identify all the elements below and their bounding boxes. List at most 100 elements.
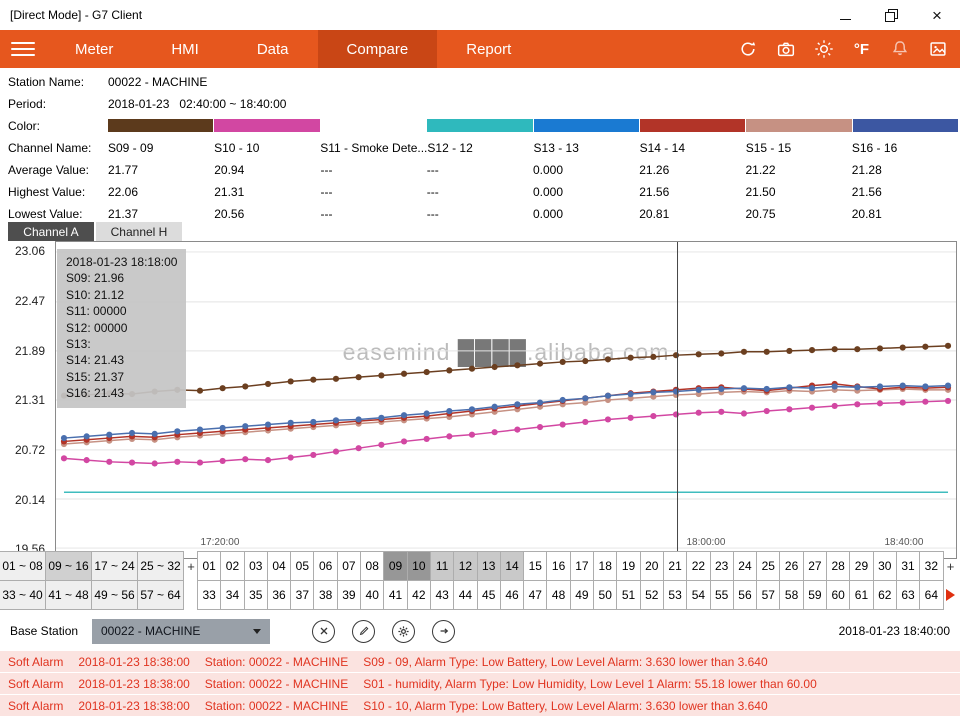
page-20[interactable]: 20 xyxy=(640,551,664,581)
page-60[interactable]: 60 xyxy=(826,580,850,610)
page-13[interactable]: 13 xyxy=(477,551,501,581)
page-17[interactable]: 17 xyxy=(570,551,594,581)
apply-button[interactable] xyxy=(432,620,455,643)
sync-icon[interactable] xyxy=(735,37,760,62)
page-48[interactable]: 48 xyxy=(546,580,570,610)
page-47[interactable]: 47 xyxy=(523,580,547,610)
page-18[interactable]: 18 xyxy=(593,551,617,581)
page-06[interactable]: 06 xyxy=(313,551,337,581)
page-34[interactable]: 34 xyxy=(220,580,244,610)
compare-chart[interactable]: easemind ████.alibaba.com 2018-01-23 18:… xyxy=(55,241,957,559)
page-54[interactable]: 54 xyxy=(686,580,710,610)
page-61[interactable]: 61 xyxy=(849,580,873,610)
brightness-icon[interactable] xyxy=(811,37,836,62)
page-25[interactable]: 25 xyxy=(756,551,780,581)
nav-tab-report[interactable]: Report xyxy=(437,30,540,68)
page-15[interactable]: 15 xyxy=(523,551,547,581)
page-35[interactable]: 35 xyxy=(244,580,268,610)
page-group-41~48[interactable]: 41 ~ 48 xyxy=(45,580,92,610)
page-27[interactable]: 27 xyxy=(803,551,827,581)
page-12[interactable]: 12 xyxy=(453,551,477,581)
page-56[interactable]: 56 xyxy=(733,580,757,610)
page-29[interactable]: 29 xyxy=(849,551,873,581)
page-group-57~64[interactable]: 57 ~ 64 xyxy=(137,580,184,610)
nav-tab-compare[interactable]: Compare xyxy=(318,30,438,68)
page-59[interactable]: 59 xyxy=(803,580,827,610)
channel-color-swatches xyxy=(108,119,958,132)
nav-tab-hmi[interactable]: HMI xyxy=(142,30,228,68)
page-30[interactable]: 30 xyxy=(873,551,897,581)
page-52[interactable]: 52 xyxy=(640,580,664,610)
page-group-25~32[interactable]: 25 ~ 32 xyxy=(137,551,184,581)
edit-button[interactable] xyxy=(352,620,375,643)
page-36[interactable]: 36 xyxy=(267,580,291,610)
page-02[interactable]: 02 xyxy=(220,551,244,581)
page-26[interactable]: 26 xyxy=(779,551,803,581)
page-01[interactable]: 01 xyxy=(197,551,221,581)
page-42[interactable]: 42 xyxy=(407,580,431,610)
page-group-17~24[interactable]: 17 ~ 24 xyxy=(91,551,138,581)
tab-channel-h[interactable]: Channel H xyxy=(96,222,182,241)
page-39[interactable]: 39 xyxy=(337,580,361,610)
page-49[interactable]: 49 xyxy=(570,580,594,610)
minimize-button[interactable] xyxy=(822,0,868,30)
page-22[interactable]: 22 xyxy=(686,551,710,581)
page-64[interactable]: 64 xyxy=(919,580,943,610)
page-45[interactable]: 45 xyxy=(477,580,501,610)
page-38[interactable]: 38 xyxy=(313,580,337,610)
page-44[interactable]: 44 xyxy=(453,580,477,610)
clear-button[interactable] xyxy=(312,620,335,643)
page-24[interactable]: 24 xyxy=(733,551,757,581)
page-32[interactable]: 32 xyxy=(919,551,943,581)
page-53[interactable]: 53 xyxy=(663,580,687,610)
page-55[interactable]: 55 xyxy=(710,580,734,610)
page-21[interactable]: 21 xyxy=(663,551,687,581)
page-51[interactable]: 51 xyxy=(616,580,640,610)
base-station-dropdown[interactable]: 00022 - MACHINE xyxy=(92,619,270,644)
chart-plot[interactable] xyxy=(56,242,956,558)
alarm-bell-icon[interactable] xyxy=(887,37,912,62)
page-14[interactable]: 14 xyxy=(500,551,524,581)
nav-tab-meter[interactable]: Meter xyxy=(46,30,142,68)
page-group-33~40[interactable]: 33 ~ 40 xyxy=(0,580,46,610)
page-05[interactable]: 05 xyxy=(290,551,314,581)
page-58[interactable]: 58 xyxy=(779,580,803,610)
nav-tab-data[interactable]: Data xyxy=(228,30,318,68)
settings-button[interactable] xyxy=(392,620,415,643)
page-50[interactable]: 50 xyxy=(593,580,617,610)
snapshot-icon[interactable] xyxy=(925,37,950,62)
page-28[interactable]: 28 xyxy=(826,551,850,581)
close-button[interactable]: × xyxy=(914,0,960,30)
expand-left-button[interactable]: + xyxy=(184,551,198,581)
page-63[interactable]: 63 xyxy=(896,580,920,610)
menu-icon[interactable] xyxy=(0,30,46,68)
page-08[interactable]: 08 xyxy=(360,551,384,581)
expand-right-button[interactable]: + xyxy=(944,551,958,581)
next-page-arrow[interactable] xyxy=(944,580,958,610)
page-07[interactable]: 07 xyxy=(337,551,361,581)
page-group-09~16[interactable]: 09 ~ 16 xyxy=(45,551,92,581)
page-40[interactable]: 40 xyxy=(360,580,384,610)
fahrenheit-icon[interactable]: °F xyxy=(849,37,874,62)
page-11[interactable]: 11 xyxy=(430,551,454,581)
page-23[interactable]: 23 xyxy=(710,551,734,581)
page-03[interactable]: 03 xyxy=(244,551,268,581)
page-group-01~08[interactable]: 01 ~ 08 xyxy=(0,551,46,581)
page-04[interactable]: 04 xyxy=(267,551,291,581)
page-37[interactable]: 37 xyxy=(290,580,314,610)
page-group-49~56[interactable]: 49 ~ 56 xyxy=(91,580,138,610)
page-46[interactable]: 46 xyxy=(500,580,524,610)
camera-icon[interactable] xyxy=(773,37,798,62)
page-41[interactable]: 41 xyxy=(383,580,407,610)
page-62[interactable]: 62 xyxy=(873,580,897,610)
page-43[interactable]: 43 xyxy=(430,580,454,610)
page-09[interactable]: 09 xyxy=(383,551,407,581)
page-57[interactable]: 57 xyxy=(756,580,780,610)
page-10[interactable]: 10 xyxy=(407,551,431,581)
maximize-button[interactable] xyxy=(868,0,914,30)
page-33[interactable]: 33 xyxy=(197,580,221,610)
page-19[interactable]: 19 xyxy=(616,551,640,581)
tab-channel-a[interactable]: Channel A xyxy=(8,222,94,241)
page-31[interactable]: 31 xyxy=(896,551,920,581)
page-16[interactable]: 16 xyxy=(546,551,570,581)
